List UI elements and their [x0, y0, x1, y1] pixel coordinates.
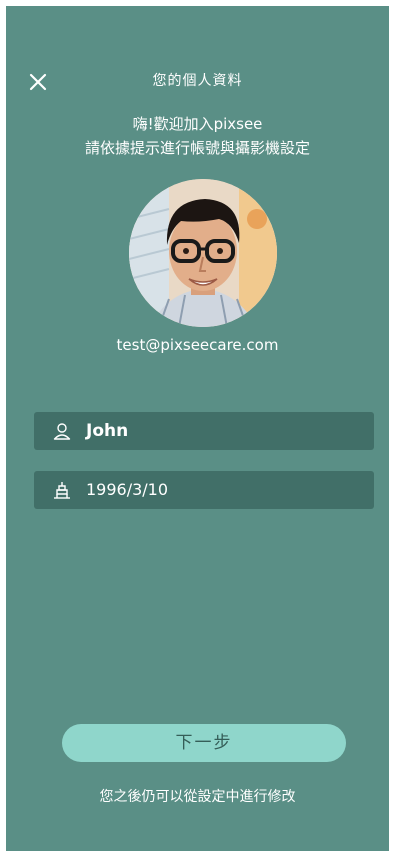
welcome-line-2: 請依據提示進行帳號與攝影機設定	[84, 139, 310, 157]
email-text: test@pixseecare.com	[116, 336, 279, 354]
birthday-value: 1996/3/10	[86, 480, 169, 499]
avatar[interactable]	[129, 179, 277, 327]
person-icon	[52, 421, 72, 441]
name-value: John	[86, 421, 129, 441]
welcome-line-1: 嗨!歡迎加入pixsee	[132, 115, 263, 133]
birthday-field[interactable]: 1996/3/10	[34, 471, 374, 509]
name-field[interactable]: John	[34, 412, 374, 450]
next-button[interactable]: 下一步	[62, 724, 346, 762]
profile-screen: 您的個人資料 嗨!歡迎加入pixsee 請依據提示進行帳號與攝影機設定 test…	[6, 6, 389, 851]
welcome-message: 嗨!歡迎加入pixsee 請依據提示進行帳號與攝影機設定	[6, 112, 389, 160]
settings-note: 您之後仍可以從設定中進行修改	[99, 789, 296, 805]
birthday-cake-icon	[52, 480, 72, 500]
page-title: 您的個人資料	[152, 73, 243, 89]
